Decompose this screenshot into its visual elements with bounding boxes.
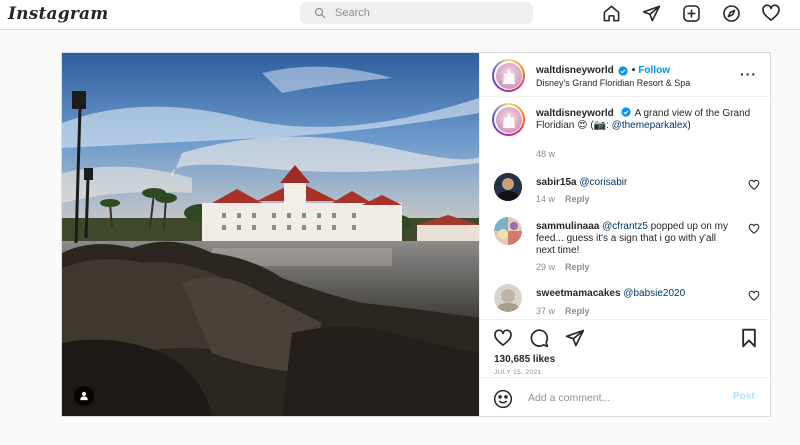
comment-username[interactable]: sammulinaaa bbox=[536, 221, 599, 232]
like-comment-heart-icon[interactable] bbox=[748, 290, 760, 302]
comment-username[interactable]: sabir15a bbox=[536, 177, 577, 188]
comment-text: sabir15a @corisabir bbox=[536, 177, 736, 189]
comments-list[interactable]: waltdisneyworld A grand view of the Gran… bbox=[480, 97, 771, 319]
caption-mention[interactable]: @themeparkalex bbox=[612, 120, 688, 131]
like-comment-heart-icon[interactable] bbox=[748, 223, 760, 235]
comment-bubble-icon[interactable] bbox=[528, 327, 550, 349]
post-actions: 130,685 likes JULY 15, 2021 bbox=[480, 319, 771, 377]
like-heart-icon[interactable] bbox=[492, 327, 514, 349]
likes-count[interactable]: 130,685 likes bbox=[494, 354, 555, 365]
reply-button[interactable]: Reply bbox=[565, 194, 590, 204]
comment-mention[interactable]: @babsie2020 bbox=[623, 288, 685, 299]
reply-button[interactable]: Reply bbox=[565, 306, 590, 316]
like-comment-heart-icon[interactable] bbox=[748, 179, 760, 191]
comment-meta: 29 w Reply bbox=[536, 262, 590, 272]
author-line: waltdisneyworld • Follow bbox=[536, 65, 670, 76]
add-comment-bar: Post bbox=[480, 377, 771, 416]
caption-username[interactable]: waltdisneyworld bbox=[536, 108, 614, 119]
comment-mention[interactable]: @corisabir bbox=[579, 177, 627, 188]
caption-avatar[interactable] bbox=[492, 103, 525, 136]
post-comment-button[interactable]: Post bbox=[733, 391, 755, 402]
comment-time[interactable]: 37 w bbox=[536, 306, 555, 316]
comment-avatar[interactable] bbox=[494, 284, 522, 312]
verified-badge-icon bbox=[620, 107, 631, 117]
search-icon bbox=[314, 7, 326, 19]
add-comment-input[interactable] bbox=[528, 390, 708, 406]
post-caption: waltdisneyworld A grand view of the Gran… bbox=[536, 107, 751, 132]
reply-button[interactable]: Reply bbox=[565, 262, 590, 272]
explore-icon[interactable] bbox=[721, 3, 741, 23]
home-icon[interactable] bbox=[601, 3, 621, 23]
comment-avatar[interactable] bbox=[494, 173, 522, 201]
grand-floridian-photo bbox=[62, 53, 479, 416]
caption-time[interactable]: 48 w bbox=[536, 149, 555, 159]
post-photo[interactable] bbox=[62, 53, 479, 416]
more-options-icon[interactable]: ··· bbox=[740, 67, 757, 81]
follow-button[interactable]: Follow bbox=[638, 65, 670, 76]
new-post-icon[interactable] bbox=[681, 3, 701, 23]
post-location[interactable]: Disney's Grand Floridian Resort & Spa bbox=[536, 78, 690, 88]
comment-meta: 14 w Reply bbox=[536, 194, 590, 204]
post-side-panel: waltdisneyworld • Follow Disney's Grand … bbox=[479, 53, 771, 416]
direct-icon[interactable] bbox=[641, 3, 661, 23]
comment-username[interactable]: sweetmamacakes bbox=[536, 288, 621, 299]
dot-separator: • bbox=[631, 65, 636, 76]
save-bookmark-icon[interactable] bbox=[738, 327, 760, 349]
share-icon[interactable] bbox=[564, 327, 586, 349]
search-box[interactable] bbox=[300, 2, 533, 24]
post-header: waltdisneyworld • Follow Disney's Grand … bbox=[480, 53, 771, 97]
comment-mention[interactable]: @cfrantz5 bbox=[602, 221, 648, 232]
author-username[interactable]: waltdisneyworld bbox=[536, 65, 614, 76]
top-nav: Instagram bbox=[0, 0, 800, 30]
comment-avatar[interactable] bbox=[494, 217, 522, 245]
comment-text: sweetmamacakes @babsie2020 bbox=[536, 288, 736, 300]
comment-meta: 37 w Reply bbox=[536, 306, 590, 316]
castle-logo-icon bbox=[502, 67, 515, 84]
author-avatar[interactable] bbox=[492, 59, 525, 92]
comment-text: sammulinaaa @cfrantz5 popped up on my fe… bbox=[536, 221, 736, 257]
emoji-icon[interactable] bbox=[493, 389, 513, 409]
castle-logo-icon bbox=[502, 111, 515, 128]
instagram-logo[interactable]: Instagram bbox=[8, 4, 108, 24]
comment-time[interactable]: 14 w bbox=[536, 194, 555, 204]
nav-icons bbox=[601, 3, 781, 23]
caption-suffix: ) bbox=[687, 120, 691, 131]
verified-badge-icon bbox=[618, 65, 628, 76]
search-input[interactable] bbox=[335, 7, 505, 19]
tagged-users-icon[interactable] bbox=[74, 386, 94, 406]
post-card: waltdisneyworld • Follow Disney's Grand … bbox=[61, 52, 771, 417]
activity-heart-icon[interactable] bbox=[761, 3, 781, 23]
post-date[interactable]: JULY 15, 2021 bbox=[494, 369, 542, 376]
comment-time[interactable]: 29 w bbox=[536, 262, 555, 272]
